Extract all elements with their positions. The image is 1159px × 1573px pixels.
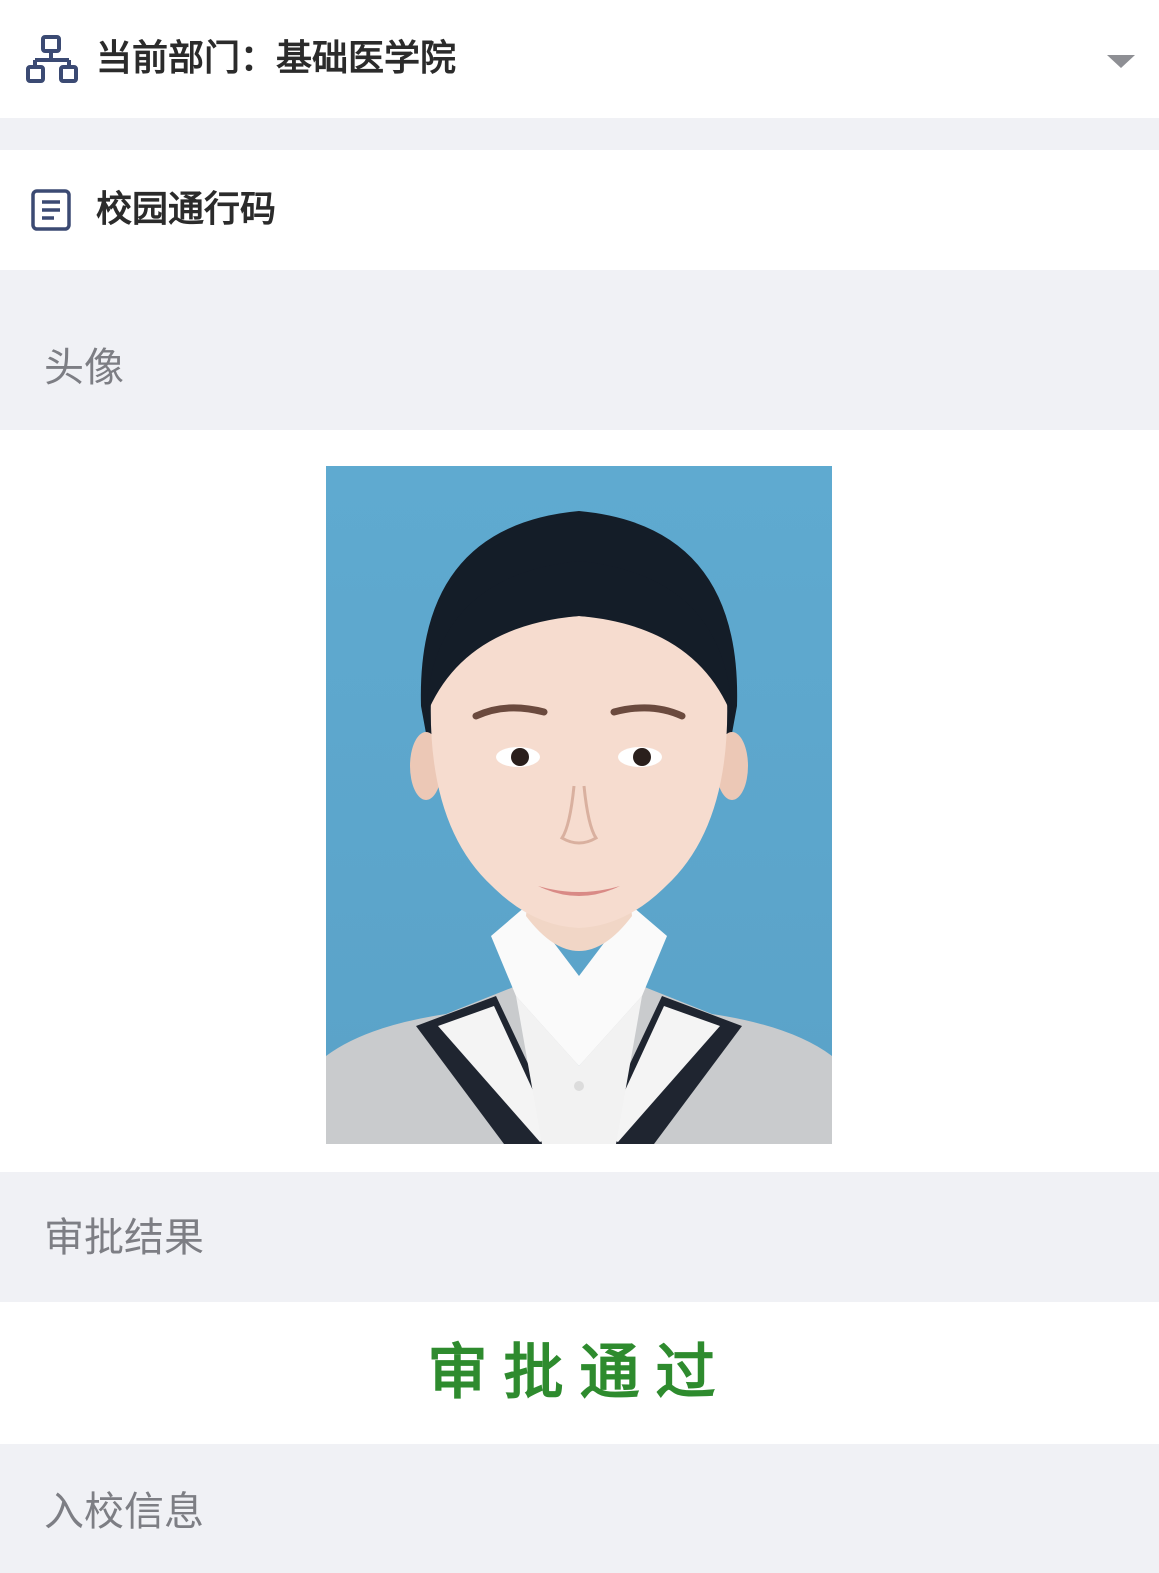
avatar-photo-container <box>0 430 1159 1172</box>
approval-result-container: 审批通过 <box>0 1302 1159 1444</box>
org-structure-icon <box>26 34 78 84</box>
approval-label: 审批结果 <box>44 1215 204 1261</box>
current-department-label: 当前部门：基础医学院 <box>96 36 456 82</box>
portrait-illustration <box>326 466 832 1144</box>
avatar-section-header: 头像 <box>0 306 1159 430</box>
entry-info-section-header: 入校信息 <box>0 1444 1159 1573</box>
campus-pass-title: 校园通行码 <box>96 189 277 230</box>
approval-result: 审批通过 <box>427 1338 732 1408</box>
document-list-icon <box>30 188 74 232</box>
department-name: 基础医学院 <box>276 38 457 79</box>
entry-info-label: 入校信息 <box>44 1489 204 1535</box>
avatar-photo <box>326 466 832 1144</box>
section-divider <box>0 270 1159 306</box>
section-divider <box>0 118 1159 150</box>
department-prefix: 当前部门： <box>96 38 277 79</box>
approval-section-header: 审批结果 <box>0 1172 1159 1302</box>
avatar-label: 头像 <box>44 345 124 391</box>
campus-pass-header: 校园通行码 <box>0 150 1159 270</box>
caret-down-icon[interactable] <box>1104 50 1138 72</box>
department-selector[interactable]: 当前部门：基础医学院 <box>0 0 1159 118</box>
